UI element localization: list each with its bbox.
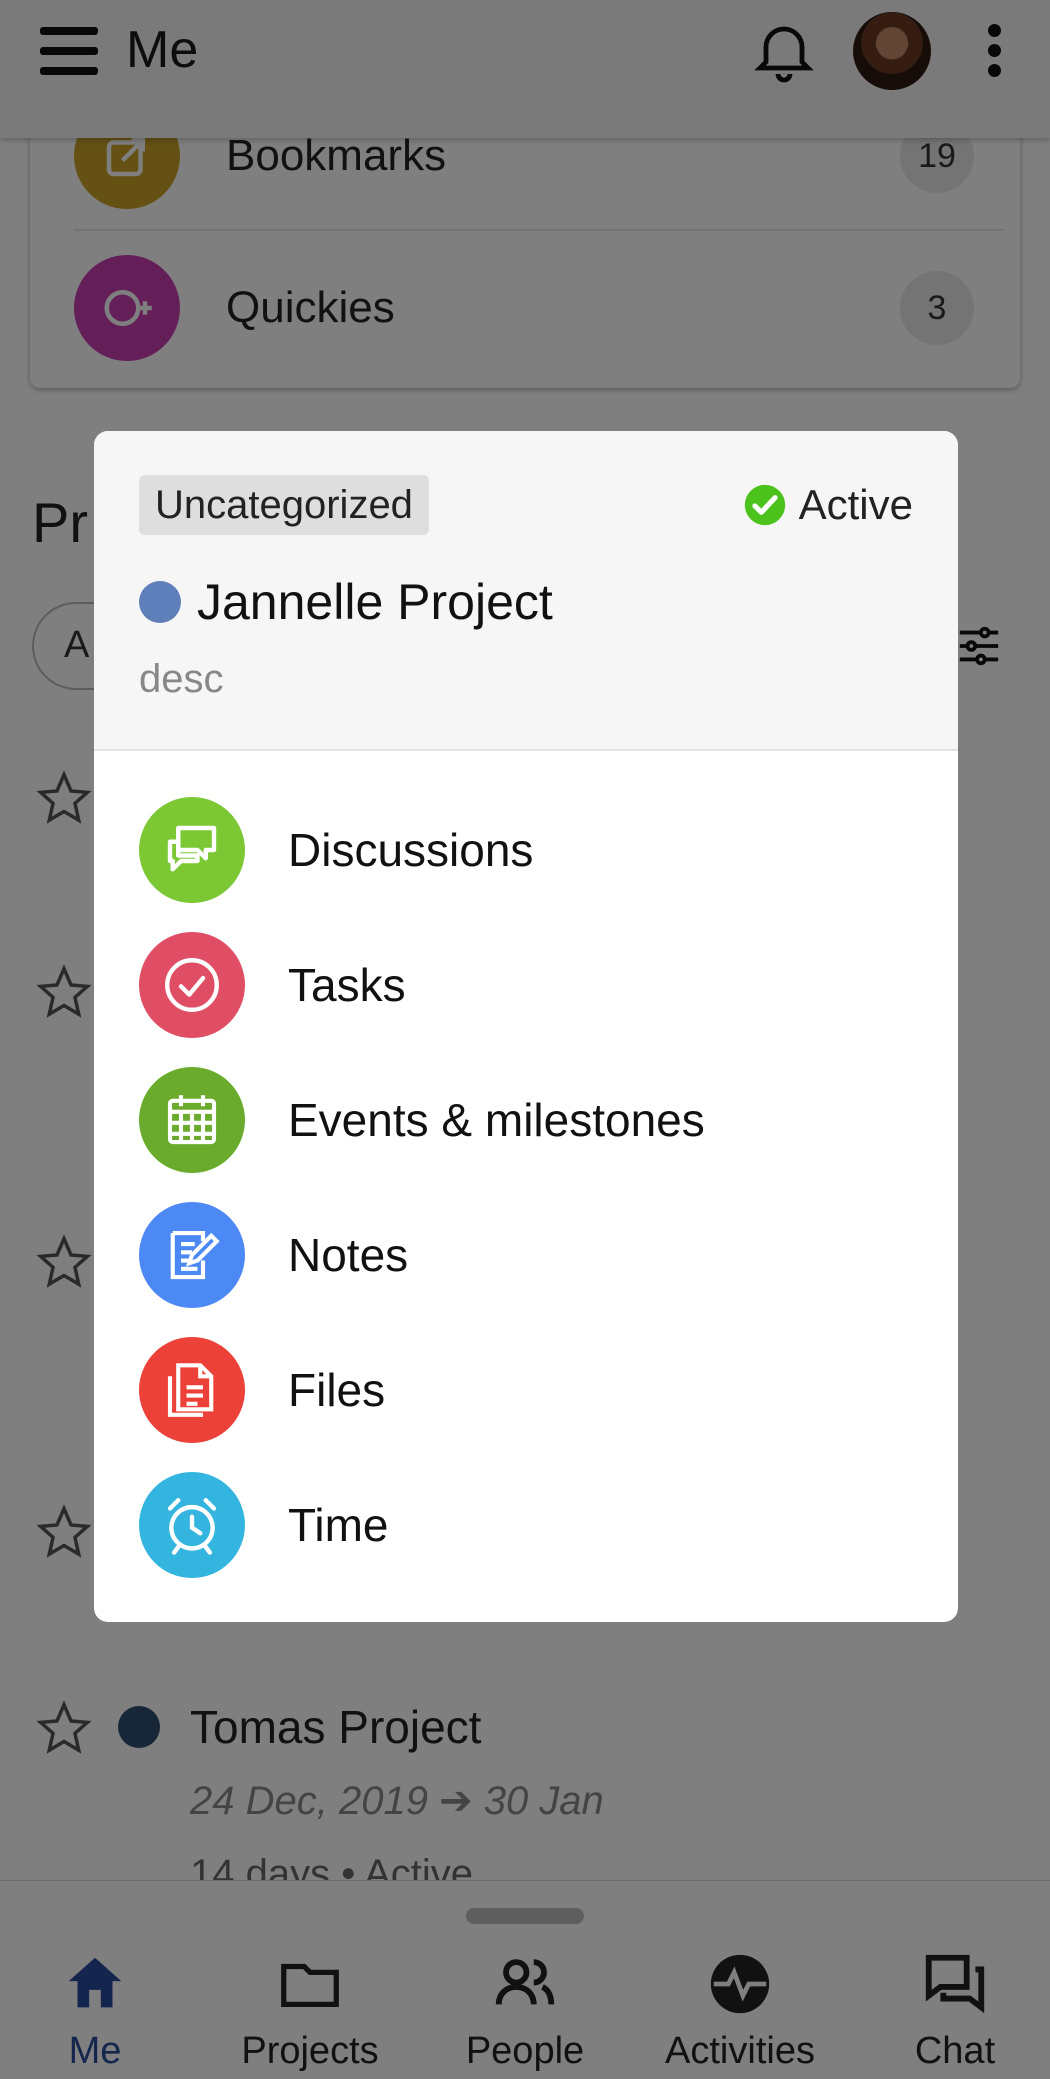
files-icon	[139, 1337, 245, 1443]
clock-icon	[139, 1472, 245, 1578]
project-title-text: Jannelle Project	[197, 574, 553, 630]
tasks-icon	[139, 932, 245, 1038]
check-circle-icon	[744, 484, 785, 526]
menu-item-label: Events & milestones	[288, 1094, 705, 1146]
menu-item-events[interactable]: Events & milestones	[139, 1067, 919, 1173]
menu-item-time[interactable]: Time	[139, 1472, 919, 1578]
calendar-icon	[139, 1067, 245, 1173]
status-badge: Active	[743, 475, 913, 535]
notes-icon	[139, 1202, 245, 1308]
status-label: Active	[798, 481, 913, 528]
menu-item-discussions[interactable]: Discussions	[139, 797, 919, 903]
category-chip: Uncategorized	[139, 475, 429, 535]
menu-item-files[interactable]: Files	[139, 1337, 919, 1443]
menu-item-tasks[interactable]: Tasks	[139, 932, 919, 1038]
project-menu-list: Discussions Tasks Events & milestones No…	[139, 797, 919, 1607]
menu-item-label: Time	[288, 1499, 389, 1551]
menu-item-notes[interactable]: Notes	[139, 1202, 919, 1308]
menu-item-label: Notes	[288, 1229, 409, 1281]
menu-item-label: Files	[288, 1364, 386, 1416]
menu-item-label: Discussions	[288, 824, 534, 876]
project-description: desc	[139, 657, 224, 701]
menu-item-label: Tasks	[288, 959, 406, 1011]
discussions-icon	[139, 797, 245, 903]
project-menu-dialog: Uncategorized Active Jannelle Project de…	[94, 431, 958, 1622]
project-title: Jannelle Project	[139, 573, 553, 631]
project-color-dot	[139, 581, 181, 623]
dialog-header: Uncategorized Active Jannelle Project de…	[94, 431, 958, 751]
